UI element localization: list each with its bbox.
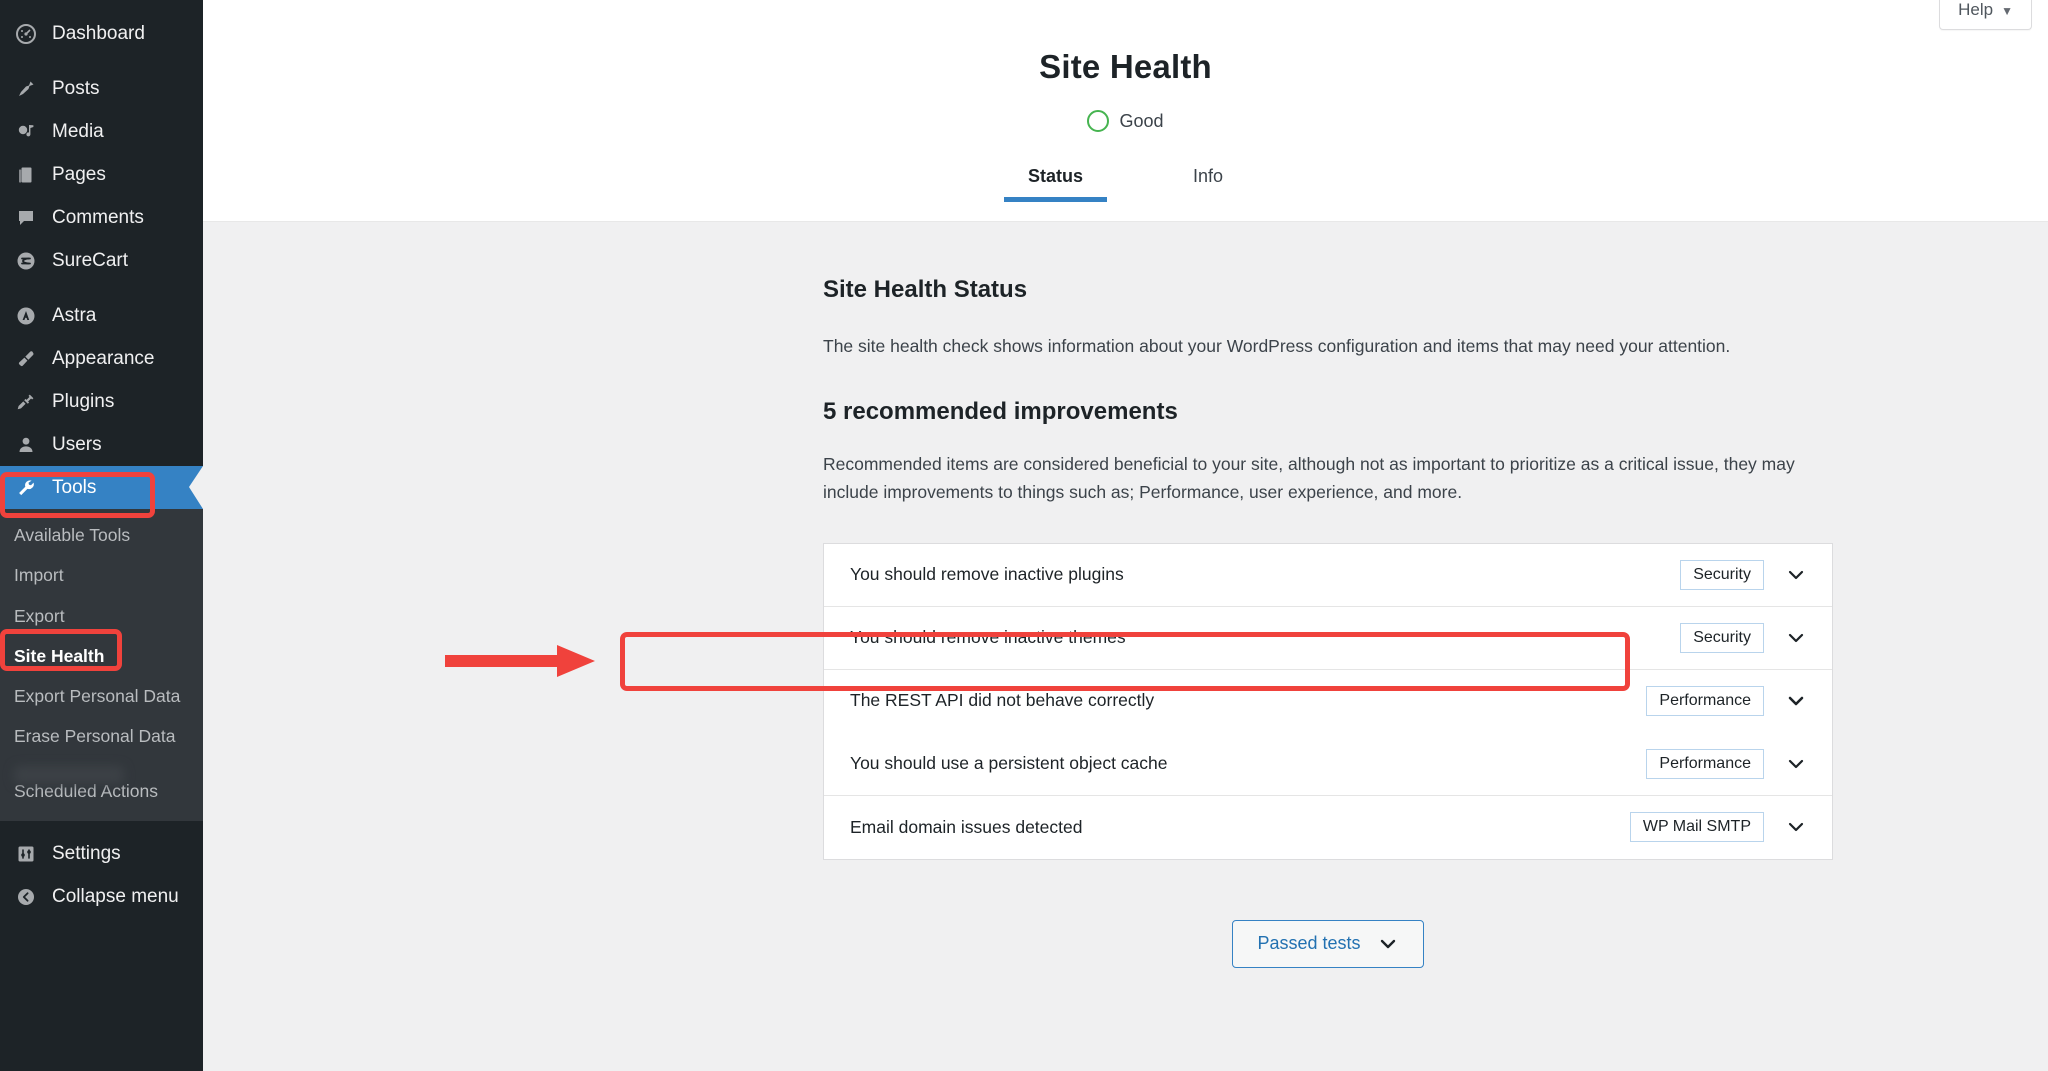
chevron-down-icon: ▼ bbox=[2001, 4, 2013, 18]
plug-icon bbox=[12, 392, 40, 412]
dashboard-icon bbox=[12, 24, 40, 44]
section-description: The site health check shows information … bbox=[823, 332, 1833, 360]
accordion-row[interactable]: You should remove inactive themes Securi… bbox=[824, 607, 1832, 670]
sidebar-item-dashboard[interactable]: Dashboard bbox=[0, 12, 203, 55]
chevron-down-icon[interactable] bbox=[1782, 816, 1810, 838]
issue-title: You should remove inactive themes bbox=[850, 627, 1680, 648]
sidebar-item-label: Comments bbox=[52, 207, 144, 229]
sidebar-item-surecart[interactable]: SureCart bbox=[0, 239, 203, 282]
comment-icon bbox=[12, 208, 40, 228]
issue-title: Email domain issues detected bbox=[850, 817, 1630, 838]
accordion-row[interactable]: You should remove inactive plugins Secur… bbox=[824, 544, 1832, 607]
sidebar-group-divider bbox=[0, 55, 203, 67]
submenu-item-available-tools[interactable]: Available Tools bbox=[0, 515, 203, 555]
pin-icon bbox=[12, 79, 40, 99]
sidebar-item-label: Plugins bbox=[52, 391, 114, 413]
accordion-row-rest-api[interactable]: The REST API did not behave correctly Pe… bbox=[824, 670, 1832, 733]
sidebar-item-label: Dashboard bbox=[52, 23, 145, 45]
issue-badge: Performance bbox=[1646, 686, 1764, 716]
site-health-header: Help ▼ Site Health Good Status Info bbox=[203, 0, 2048, 222]
sidebar-item-collapse-menu[interactable]: Collapse menu bbox=[0, 876, 203, 919]
user-icon bbox=[12, 435, 40, 455]
status-badge: Good bbox=[1119, 111, 1163, 132]
site-health-tabs: Status Info bbox=[203, 166, 2048, 202]
active-menu-pointer bbox=[189, 466, 203, 509]
chevron-down-icon[interactable] bbox=[1782, 627, 1810, 649]
issue-badge: Performance bbox=[1646, 749, 1764, 779]
submenu-item-export[interactable]: Export bbox=[0, 596, 203, 636]
passed-tests-label: Passed tests bbox=[1257, 933, 1360, 954]
pages-icon bbox=[12, 165, 40, 185]
sidebar-spacer bbox=[0, 0, 203, 12]
submenu-item-erase-personal-data[interactable]: Erase Personal Data bbox=[0, 716, 203, 756]
passed-tests-button[interactable]: Passed tests bbox=[1232, 920, 1423, 968]
tab-status[interactable]: Status bbox=[1004, 166, 1107, 202]
sidebar-item-label: Appearance bbox=[52, 348, 154, 370]
issue-title: You should use a persistent object cache bbox=[850, 753, 1646, 774]
brush-icon bbox=[12, 349, 40, 369]
page-title: Site Health bbox=[203, 0, 2048, 86]
sidebar-item-label: Tools bbox=[52, 477, 96, 499]
issue-badge: WP Mail SMTP bbox=[1630, 812, 1764, 842]
wordpress-admin-screen: Dashboard Posts Media Pages bbox=[0, 0, 2048, 1071]
sidebar-item-tools[interactable]: Tools bbox=[0, 466, 203, 509]
sidebar-item-appearance[interactable]: Appearance bbox=[0, 337, 203, 380]
recommended-improvements-title: 5 recommended improvements bbox=[823, 398, 1833, 426]
sidebar-item-media[interactable]: Media bbox=[0, 110, 203, 153]
submenu-item-redacted[interactable] bbox=[0, 757, 203, 771]
accordion-row[interactable]: You should use a persistent object cache… bbox=[824, 733, 1832, 796]
admin-sidebar: Dashboard Posts Media Pages bbox=[0, 0, 203, 1071]
sidebar-item-plugins[interactable]: Plugins bbox=[0, 380, 203, 423]
status-ring-icon bbox=[1087, 110, 1109, 132]
sidebar-item-settings[interactable]: Settings bbox=[0, 833, 203, 876]
submenu-item-export-personal-data[interactable]: Export Personal Data bbox=[0, 676, 203, 716]
settings-icon bbox=[12, 844, 40, 864]
chevron-down-icon[interactable] bbox=[1782, 564, 1810, 586]
sidebar-item-pages[interactable]: Pages bbox=[0, 153, 203, 196]
sidebar-item-astra[interactable]: Astra bbox=[0, 294, 203, 337]
sidebar-item-users[interactable]: Users bbox=[0, 423, 203, 466]
sidebar-item-comments[interactable]: Comments bbox=[0, 196, 203, 239]
surecart-icon bbox=[12, 251, 40, 271]
chevron-down-icon[interactable] bbox=[1782, 753, 1810, 775]
sidebar-item-posts[interactable]: Posts bbox=[0, 67, 203, 110]
sidebar-item-label: Media bbox=[52, 121, 104, 143]
sidebar-group-divider bbox=[0, 282, 203, 294]
issue-title: You should remove inactive plugins bbox=[850, 564, 1680, 585]
passed-tests-wrapper: Passed tests bbox=[823, 920, 1833, 968]
wrench-icon bbox=[12, 478, 40, 498]
sidebar-item-label: Pages bbox=[52, 164, 106, 186]
sidebar-item-label: Astra bbox=[52, 305, 96, 327]
media-icon bbox=[12, 122, 40, 142]
collapse-icon bbox=[12, 887, 40, 907]
help-button[interactable]: Help ▼ bbox=[1939, 0, 2032, 30]
sidebar-item-label: SureCart bbox=[52, 250, 128, 272]
main-content-area: Help ▼ Site Health Good Status Info Site … bbox=[203, 0, 2048, 1071]
section-title: Site Health Status bbox=[823, 276, 1833, 304]
issues-accordion: You should remove inactive plugins Secur… bbox=[823, 543, 1833, 860]
help-label: Help bbox=[1958, 0, 1993, 19]
issue-badge: Security bbox=[1680, 560, 1764, 590]
accordion-row[interactable]: Email domain issues detected WP Mail SMT… bbox=[824, 796, 1832, 859]
chevron-down-icon bbox=[1377, 933, 1399, 955]
submenu-item-site-health[interactable]: Site Health bbox=[0, 636, 203, 676]
content-inner: Site Health Status The site health check… bbox=[823, 222, 1833, 968]
issue-badge: Security bbox=[1680, 623, 1764, 653]
site-health-content: Site Health Status The site health check… bbox=[203, 222, 2048, 968]
tools-submenu: Available Tools Import Export Site Healt… bbox=[0, 509, 203, 821]
issue-title: The REST API did not behave correctly bbox=[850, 690, 1646, 711]
sidebar-item-label: Users bbox=[52, 434, 102, 456]
sidebar-item-label: Collapse menu bbox=[52, 886, 179, 908]
astra-icon bbox=[12, 306, 40, 326]
sidebar-item-label: Settings bbox=[52, 843, 121, 865]
recommended-improvements-description: Recommended items are considered benefic… bbox=[823, 450, 1798, 507]
sidebar-item-label: Posts bbox=[52, 78, 100, 100]
sidebar-group-divider bbox=[0, 821, 203, 833]
health-status-indicator: Good bbox=[203, 110, 2048, 132]
submenu-item-import[interactable]: Import bbox=[0, 555, 203, 595]
tab-info[interactable]: Info bbox=[1169, 166, 1247, 202]
chevron-down-icon[interactable] bbox=[1782, 690, 1810, 712]
